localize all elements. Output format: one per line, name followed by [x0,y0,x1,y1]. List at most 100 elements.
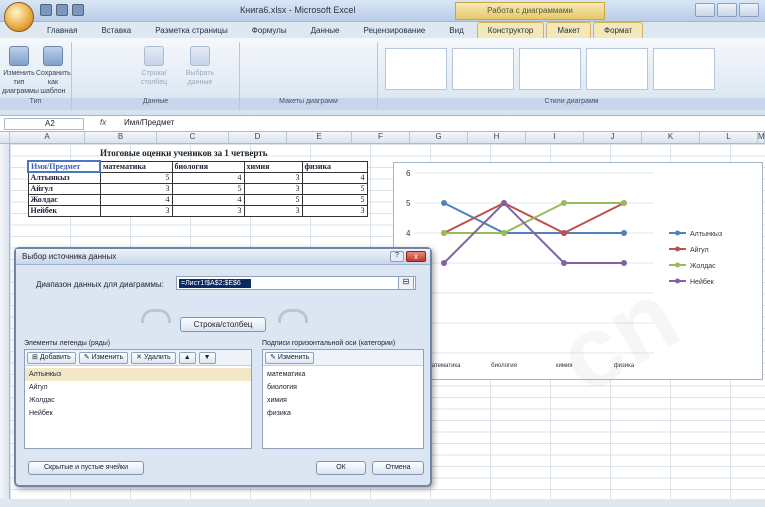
header-cell[interactable]: Имя/Предмет [27,160,101,173]
grade-cell[interactable]: 5 [301,182,368,195]
column-header[interactable]: B [85,132,157,144]
list-item[interactable]: Нейбек [25,407,251,420]
column-header[interactable]: F [352,132,410,144]
collapse-dialog-icon[interactable]: ⊟ [398,276,414,290]
select-data-button[interactable]: Выбрать данные [178,46,222,87]
grade-cell[interactable]: 3 [243,171,303,184]
edit-icon: ✎ [270,354,278,361]
data-point [501,200,507,206]
tab-design[interactable]: Конструктор [476,22,545,38]
chart-style-5[interactable] [653,48,715,90]
office-button[interactable] [4,2,34,32]
column-header[interactable]: E [287,132,352,144]
chart-range-input[interactable]: =Лист1!$A$2:$E$6 [176,276,416,290]
grade-cell[interactable]: 4 [99,193,173,206]
chart-style-4[interactable] [586,48,648,90]
grade-cell[interactable]: 5 [243,193,303,206]
grade-cell[interactable]: 5 [301,193,368,206]
change-chart-type-button[interactable]: Изменить тип диаграммы [2,46,39,96]
chart-style-3[interactable] [519,48,581,90]
add-series-button[interactable]: ⊞ Добавить [27,352,76,364]
tab-view[interactable]: Вид [438,22,474,38]
list-item[interactable]: Айгул [25,381,251,394]
column-header[interactable]: M [758,132,765,144]
grade-cell[interactable]: 3 [99,204,173,217]
column-header[interactable]: H [468,132,526,144]
close-window-button[interactable] [739,3,759,17]
tab-formulas[interactable]: Формулы [241,22,298,38]
header-cell[interactable]: математика [99,160,173,173]
student-name-cell[interactable]: Нейбек [27,204,101,217]
x-tick-label: физика [614,363,635,369]
grade-cell[interactable]: 3 [99,182,173,195]
grade-cell[interactable]: 3 [301,204,368,217]
switch-row-column-button[interactable]: Строка/столбец [132,46,176,87]
ok-button[interactable]: ОК [316,461,366,475]
tab-format[interactable]: Формат [593,22,644,38]
column-header[interactable]: I [526,132,584,144]
column-header[interactable]: A [10,132,85,144]
edit-axis-labels-button[interactable]: ✎ Изменить [265,352,315,364]
grade-cell[interactable]: 4 [301,171,368,184]
grade-cell[interactable]: 5 [171,182,245,195]
name-box[interactable]: A2 [4,118,84,130]
grade-cell[interactable]: 3 [243,204,303,217]
cancel-button[interactable]: Отмена [372,461,424,475]
student-name-cell[interactable]: Айгул [27,182,101,195]
save-template-button[interactable]: Сохранить как шаблон [36,46,71,96]
chart-style-2[interactable] [452,48,514,90]
dialog-close-button[interactable]: x [406,251,426,262]
switch-row-column-dialog-button[interactable]: Строка/столбец [180,317,266,332]
move-down-button[interactable]: ▼ [198,352,216,364]
column-header[interactable]: C [157,132,229,144]
group-label-layouts: Макеты диаграмм [240,98,377,110]
tab-layout[interactable]: Макет [546,22,592,38]
tab-review[interactable]: Рецензирование [352,22,436,38]
tab-home[interactable]: Главная [36,22,88,38]
table-row: Жолдас 4 4 5 5 [27,193,368,206]
student-name-cell[interactable]: Алтынкыз [27,171,101,184]
grade-cell[interactable]: 4 [171,171,245,184]
column-header[interactable]: K [642,132,700,144]
edit-series-button[interactable]: ✎ Изменить [78,352,129,364]
header-cell[interactable]: биология [171,160,245,173]
grade-cell[interactable]: 5 [99,171,173,184]
list-item[interactable]: химия [263,394,423,407]
list-item[interactable]: Жолдас [25,394,251,407]
formula-bar: A2 fx Имя/Предмет [0,116,765,132]
grade-cell[interactable]: 3 [171,204,245,217]
maximize-button[interactable] [717,3,737,17]
minimize-button[interactable] [695,3,715,17]
move-up-button[interactable]: ▲ [178,352,196,364]
list-item[interactable]: физика [263,407,423,420]
help-button[interactable]: ? [390,251,404,262]
redo-icon[interactable] [72,4,84,16]
header-cell[interactable]: физика [301,160,368,173]
tab-data[interactable]: Данные [300,22,351,38]
grade-cell[interactable]: 4 [171,193,245,206]
column-header[interactable]: L [700,132,758,144]
student-name-cell[interactable]: Жолдас [27,193,101,206]
series-line [444,202,624,234]
select-all-corner[interactable] [0,132,10,144]
grade-cell[interactable]: 3 [243,182,303,195]
formula-input[interactable]: Имя/Предмет [124,118,174,127]
list-item[interactable]: Алтынкыз [25,368,251,381]
chart-style-1[interactable] [385,48,447,90]
list-item[interactable]: математика [263,368,423,381]
y-tick-label: 5 [406,199,411,208]
save-icon[interactable] [40,4,52,16]
fx-icon[interactable]: fx [100,118,106,127]
list-item[interactable]: биология [263,381,423,394]
hidden-empty-cells-button[interactable]: Скрытые и пустые ячейки [28,461,144,475]
undo-icon[interactable] [56,4,68,16]
tab-page-layout[interactable]: Разметка страницы [144,22,239,38]
tab-insert[interactable]: Вставка [90,22,142,38]
line-chart[interactable]: 6 5 4 математика биология химия физика Алтынкыз… [393,162,763,380]
column-header[interactable]: G [410,132,468,144]
column-header[interactable]: D [229,132,287,144]
header-cell[interactable]: химия [243,160,303,173]
column-header[interactable]: J [584,132,642,144]
chart-type-icon [9,46,29,66]
remove-series-button[interactable]: ✕ Удалить [131,352,176,364]
